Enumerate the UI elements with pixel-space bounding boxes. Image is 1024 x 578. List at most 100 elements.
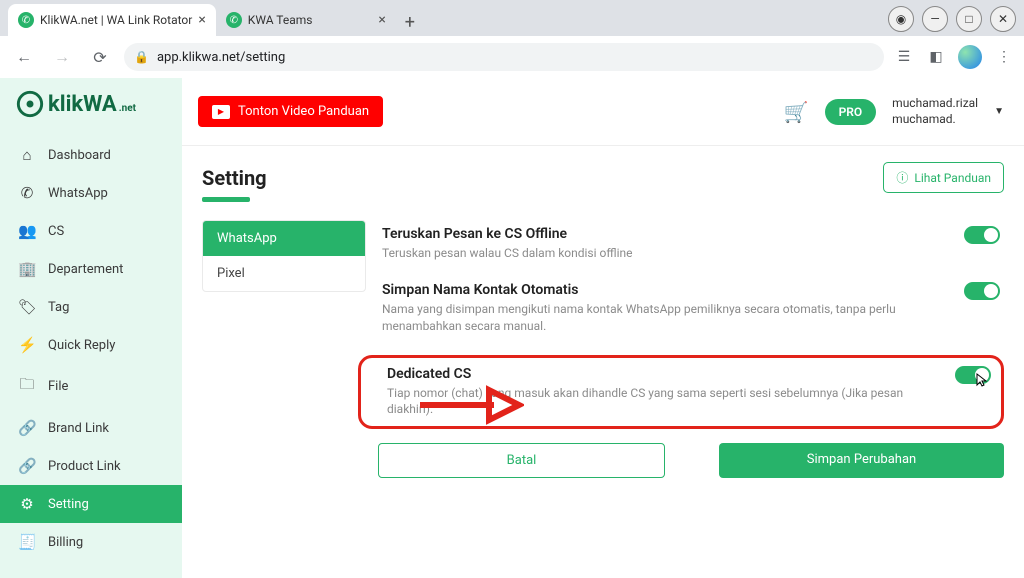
logo-icon (16, 90, 44, 118)
info-icon: ⓘ (896, 169, 908, 186)
page-title: Setting (202, 166, 267, 190)
sidebar-item-label: Dashboard (48, 148, 111, 163)
title-underline (202, 197, 250, 202)
close-icon[interactable]: × (378, 12, 385, 28)
browser-chrome: ◉ — □ ✕ ✆ KlikWA.net | WA Link Rotator ×… (0, 0, 1024, 78)
sidebar-item-departement[interactable]: 🏢 Departement (0, 250, 182, 288)
browser-tab-1[interactable]: ✆ KWA Teams × (216, 4, 396, 36)
sidebar-item-label: Product Link (48, 459, 121, 474)
sidebar-item-cs[interactable]: 👥 CS (0, 212, 182, 250)
sidebar-item-label: File (48, 379, 68, 394)
user-menu[interactable]: muchamad.rizal muchamad. (892, 96, 978, 127)
tab-title: KlikWA.net | WA Link Rotator (40, 13, 192, 27)
youtube-icon: ▶ (212, 105, 230, 119)
window-account-icon[interactable]: ◉ (888, 6, 914, 32)
user-name-line2: muchamad. (892, 112, 978, 128)
sidebar-item-label: WhatsApp (48, 186, 108, 201)
sidebar-item-dashboard[interactable]: ⌂ Dashboard (0, 136, 182, 174)
window-controls: ◉ — □ ✕ (888, 6, 1016, 32)
new-tab-button[interactable]: + (396, 8, 424, 36)
tab-whatsapp[interactable]: WhatsApp (203, 221, 365, 256)
tab-strip: ✆ KlikWA.net | WA Link Rotator × ✆ KWA T… (0, 0, 1024, 36)
forward-icon[interactable]: → (48, 43, 76, 71)
receipt-icon: 🧾 (18, 533, 36, 551)
topbar: ▶ Tonton Video Panduan 🛒 PRO muchamad.ri… (182, 78, 1024, 146)
sidebar-item-whatsapp[interactable]: ✆ WhatsApp (0, 174, 182, 212)
browser-tab-0[interactable]: ✆ KlikWA.net | WA Link Rotator × (8, 4, 216, 36)
window-minimize-icon[interactable]: — (922, 6, 948, 32)
whatsapp-icon: ✆ (18, 184, 36, 202)
bolt-icon: ⚡ (18, 336, 36, 354)
sidebar: klikWA .net ⌂ Dashboard ✆ WhatsApp 👥 CS 🏢 De… (0, 78, 182, 578)
arrow-annotation-icon (414, 380, 524, 430)
sidebar-item-quickreply[interactable]: ⚡ Quick Reply (0, 326, 182, 364)
video-button-label: Tonton Video Panduan (238, 104, 369, 119)
tab-title: KWA Teams (248, 13, 313, 27)
sidebar-item-label: Billing (48, 535, 83, 550)
chevron-down-icon[interactable]: ▼ (994, 106, 1004, 117)
option-auto-save-contact: Simpan Nama Kontak Otomatis Nama yang di… (378, 276, 1004, 349)
sidebar-item-label: Quick Reply (48, 338, 115, 353)
option-description: Nama yang disimpan mengikuti nama kontak… (382, 301, 954, 335)
gear-icon: ⚙ (18, 495, 36, 513)
cursor-icon (975, 372, 991, 388)
sidebar-item-file[interactable]: 🗀 File (0, 364, 182, 409)
window-close-icon[interactable]: ✕ (990, 6, 1016, 32)
sidebar-item-label: Departement (48, 262, 123, 277)
save-button[interactable]: Simpan Perubahan (719, 443, 1004, 478)
logo-text: klikWA (48, 92, 117, 117)
sidebar-item-setting[interactable]: ⚙ Setting (0, 485, 182, 523)
option-title: Teruskan Pesan ke CS Offline (382, 226, 954, 242)
option-forward-offline: Teruskan Pesan ke CS Offline Teruskan pe… (378, 220, 1004, 276)
favicon-icon: ✆ (18, 12, 34, 28)
extension-icon[interactable]: ◧ (926, 47, 946, 67)
profile-avatar-icon[interactable] (958, 45, 982, 69)
view-guide-button[interactable]: ⓘ Lihat Panduan (883, 162, 1004, 193)
url-input[interactable]: 🔒 app.klikwa.net/setting (124, 43, 884, 71)
sidebar-item-tag[interactable]: 🏷 Tag (0, 288, 182, 326)
app-root: klikWA .net ⌂ Dashboard ✆ WhatsApp 👥 CS 🏢 De… (0, 78, 1024, 578)
page-content: Setting ⓘ Lihat Panduan WhatsApp Pixel (182, 146, 1024, 494)
logo-subtext: .net (119, 103, 136, 114)
plan-badge: PRO (825, 99, 877, 125)
building-icon: 🏢 (18, 260, 36, 278)
folder-icon: 🗀 (18, 374, 36, 399)
people-icon: 👥 (18, 222, 36, 240)
sidebar-item-label: Tag (48, 300, 69, 315)
settings-options: Teruskan Pesan ke CS Offline Teruskan pe… (378, 220, 1004, 478)
watch-video-button[interactable]: ▶ Tonton Video Panduan (198, 96, 383, 127)
sidebar-item-label: Setting (48, 497, 89, 512)
tab-pixel[interactable]: Pixel (203, 256, 365, 291)
window-maximize-icon[interactable]: □ (956, 6, 982, 32)
url-text: app.klikwa.net/setting (157, 50, 285, 65)
option-title: Dedicated CS (387, 366, 945, 382)
form-actions: Batal Simpan Perubahan (378, 443, 1004, 478)
home-icon: ⌂ (18, 146, 36, 164)
cancel-button[interactable]: Batal (378, 443, 665, 478)
menu-icon[interactable]: ⋮ (994, 47, 1014, 67)
close-icon[interactable]: × (198, 12, 205, 28)
back-icon[interactable]: ← (10, 43, 38, 71)
favicon-icon: ✆ (226, 12, 242, 28)
toggle-auto-save-contact[interactable] (964, 282, 1000, 300)
guide-button-label: Lihat Panduan (914, 171, 991, 185)
reload-icon[interactable]: ⟳ (86, 43, 114, 71)
logo[interactable]: klikWA .net (0, 86, 182, 136)
link-icon: 🔗 (18, 419, 36, 437)
link-icon: 🔗 (18, 457, 36, 475)
address-bar: ← → ⟳ 🔒 app.klikwa.net/setting ☰ ◧ ⋮ (0, 36, 1024, 78)
toggle-forward-offline[interactable] (964, 226, 1000, 244)
lock-icon: 🔒 (134, 50, 149, 64)
sidebar-item-billing[interactable]: 🧾 Billing (0, 523, 182, 561)
cart-icon[interactable]: 🛒 (784, 100, 809, 124)
sidebar-item-brandlink[interactable]: 🔗 Brand Link (0, 409, 182, 447)
sidebar-item-label: Brand Link (48, 421, 109, 436)
tag-icon: 🏷 (18, 298, 36, 316)
settings-tabs: WhatsApp Pixel (202, 220, 366, 292)
extension-icon[interactable]: ☰ (894, 47, 914, 67)
option-title: Simpan Nama Kontak Otomatis (382, 282, 954, 298)
user-name: muchamad.rizal (892, 96, 978, 112)
option-description: Teruskan pesan walau CS dalam kondisi of… (382, 245, 954, 262)
sidebar-item-productlink[interactable]: 🔗 Product Link (0, 447, 182, 485)
sidebar-item-label: CS (48, 224, 64, 239)
